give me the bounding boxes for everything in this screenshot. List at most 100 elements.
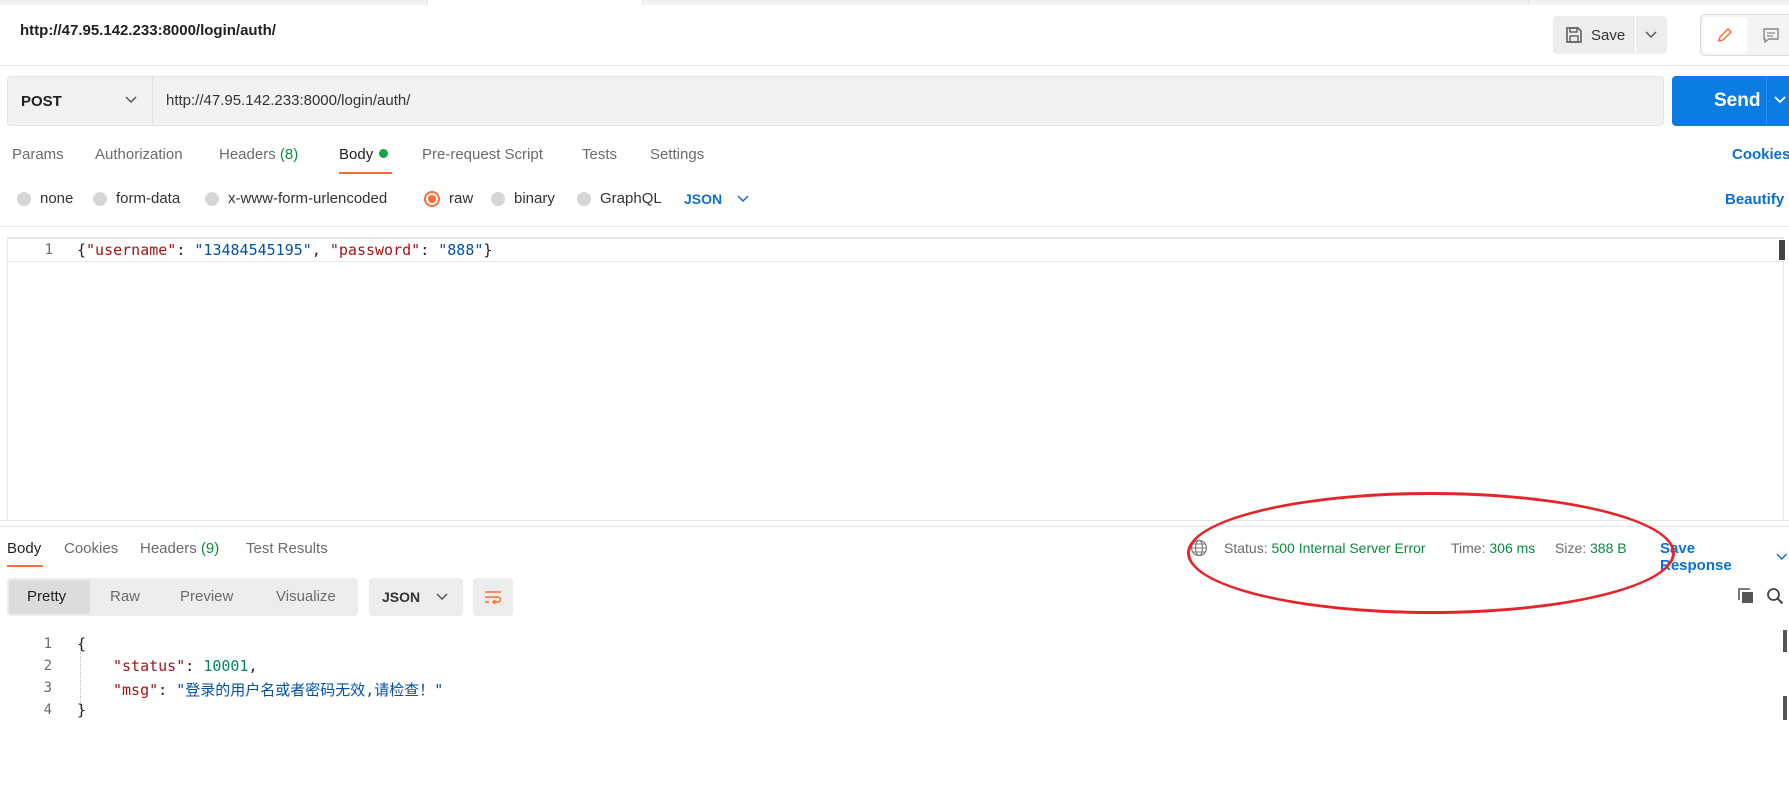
format-label: JSON xyxy=(684,191,723,207)
open-tab[interactable] xyxy=(427,0,643,5)
response-tab-body[interactable]: Body xyxy=(7,540,41,557)
request-body-code: {"username": "13484545195", "password": … xyxy=(77,241,492,259)
chevron-down-icon xyxy=(436,593,448,601)
radio-none-label: none xyxy=(40,190,74,207)
radio-none[interactable]: none xyxy=(17,190,73,207)
beautify-link[interactable]: Beautify xyxy=(1725,191,1784,208)
response-tab-test-results[interactable]: Test Results xyxy=(246,540,328,557)
method-select[interactable]: POST xyxy=(8,77,153,125)
colon: : xyxy=(420,241,439,259)
line-number: 1 xyxy=(43,636,52,652)
chevron-down-icon[interactable] xyxy=(1773,93,1787,107)
brace-open: { xyxy=(77,635,87,653)
tab-strip xyxy=(0,0,1789,5)
comma: , xyxy=(311,241,330,259)
save-icon xyxy=(1566,27,1582,43)
documentation-mode-button[interactable] xyxy=(1751,17,1789,53)
view-raw[interactable]: Raw xyxy=(110,588,140,605)
line-number: 3 xyxy=(43,680,52,696)
json-key: "username" xyxy=(86,241,177,259)
response-tab-cookies[interactable]: Cookies xyxy=(64,540,118,557)
chevron-down-icon[interactable] xyxy=(1644,30,1658,40)
response-scrollbar[interactable] xyxy=(1783,630,1787,652)
format-select[interactable]: JSON xyxy=(684,191,750,207)
json-value: 10001 xyxy=(203,657,249,675)
colon: : xyxy=(185,657,204,675)
response-line-msg: "msg": "登录的用户名或者密码无效,请检查！" xyxy=(113,679,443,700)
headers-count: (8) xyxy=(279,146,299,163)
response-headers-label: Headers xyxy=(140,540,197,557)
editor-scrollbar[interactable] xyxy=(1779,240,1785,260)
radio-form-data[interactable]: form-data xyxy=(93,190,180,207)
chevron-down-icon xyxy=(125,96,137,104)
radio-circle-icon xyxy=(17,191,31,206)
line-number: 2 xyxy=(43,658,52,674)
status-dot-icon xyxy=(379,149,389,158)
send-label: Send xyxy=(1714,90,1761,111)
annotation-ellipse xyxy=(1187,492,1675,614)
json-value: "登录的用户名或者密码无效,请检查！" xyxy=(176,681,444,699)
response-tab-headers[interactable]: Headers (9) xyxy=(140,540,219,557)
json-key: "status" xyxy=(113,657,186,675)
radio-circle-icon xyxy=(93,191,107,206)
json-key: "msg" xyxy=(113,681,159,699)
brace-close: } xyxy=(483,241,493,259)
tab-body[interactable]: Body xyxy=(339,146,389,163)
edit-mode-button[interactable] xyxy=(1703,17,1747,53)
search-icon[interactable] xyxy=(1766,587,1784,605)
radio-urlencoded-label: x-www-form-urlencoded xyxy=(228,190,388,207)
pencil-icon xyxy=(1717,27,1733,43)
method-label: POST xyxy=(21,92,62,110)
view-preview[interactable]: Preview xyxy=(180,588,233,605)
radio-binary[interactable]: binary xyxy=(491,190,555,207)
active-response-tab-indicator xyxy=(7,565,43,567)
radio-form-data-label: form-data xyxy=(116,190,181,207)
radio-circle-icon xyxy=(205,191,219,206)
line-number: 1 xyxy=(44,242,53,258)
radio-circle-icon xyxy=(577,191,591,206)
radio-selected-icon xyxy=(424,190,440,207)
json-value: "13484545195" xyxy=(194,241,312,259)
request-name[interactable]: http://47.95.142.233:8000/login/auth/ xyxy=(20,22,276,39)
json-key: "password" xyxy=(329,241,421,259)
tab-divider xyxy=(1528,0,1529,5)
tab-tests[interactable]: Tests xyxy=(582,146,617,163)
radio-raw[interactable]: raw xyxy=(424,190,473,207)
wrap-lines-button[interactable] xyxy=(473,578,513,616)
tab-params[interactable]: Params xyxy=(12,146,64,163)
save-response-button[interactable]: Save Response xyxy=(1660,540,1789,574)
view-mode-toggle xyxy=(1700,14,1789,56)
line-number: 4 xyxy=(43,702,52,718)
tab-authorization[interactable]: Authorization xyxy=(95,146,183,163)
radio-graphql-label: GraphQL xyxy=(600,190,662,207)
tab-headers[interactable]: Headers (8) xyxy=(219,146,298,163)
radio-graphql[interactable]: GraphQL xyxy=(577,190,662,207)
url-input[interactable]: http://47.95.142.233:8000/login/auth/ xyxy=(166,92,410,109)
divider xyxy=(0,65,1789,66)
send-button[interactable]: Send xyxy=(1672,76,1789,126)
radio-circle-icon xyxy=(491,191,505,206)
copy-icon[interactable] xyxy=(1737,587,1755,605)
response-scrollbar-thumb[interactable] xyxy=(1783,696,1787,720)
send-divider xyxy=(1766,76,1767,126)
radio-binary-label: binary xyxy=(514,190,555,207)
tab-settings[interactable]: Settings xyxy=(650,146,704,163)
tab-body-label: Body xyxy=(339,146,374,163)
cookies-link[interactable]: Cookies xyxy=(1732,146,1789,163)
comma: , xyxy=(248,657,258,675)
brace-close: } xyxy=(77,701,87,719)
view-visualize[interactable]: Visualize xyxy=(276,588,336,605)
radio-urlencoded[interactable]: x-www-form-urlencoded xyxy=(205,190,387,207)
save-divider xyxy=(1635,16,1636,54)
response-view-segmented: Pretty Raw Preview Visualize xyxy=(7,578,358,616)
active-tab-indicator xyxy=(339,172,392,174)
tab-pre-request-script[interactable]: Pre-request Script xyxy=(422,146,543,163)
response-format-select[interactable]: JSON xyxy=(369,578,463,616)
request-body-editor[interactable] xyxy=(7,237,1784,521)
save-button[interactable]: Save xyxy=(1553,16,1667,54)
brace-open: { xyxy=(77,241,87,259)
comment-icon xyxy=(1762,28,1779,44)
radio-raw-label: raw xyxy=(449,190,474,207)
json-value: "888" xyxy=(438,241,484,259)
view-pretty[interactable]: Pretty xyxy=(27,588,66,605)
